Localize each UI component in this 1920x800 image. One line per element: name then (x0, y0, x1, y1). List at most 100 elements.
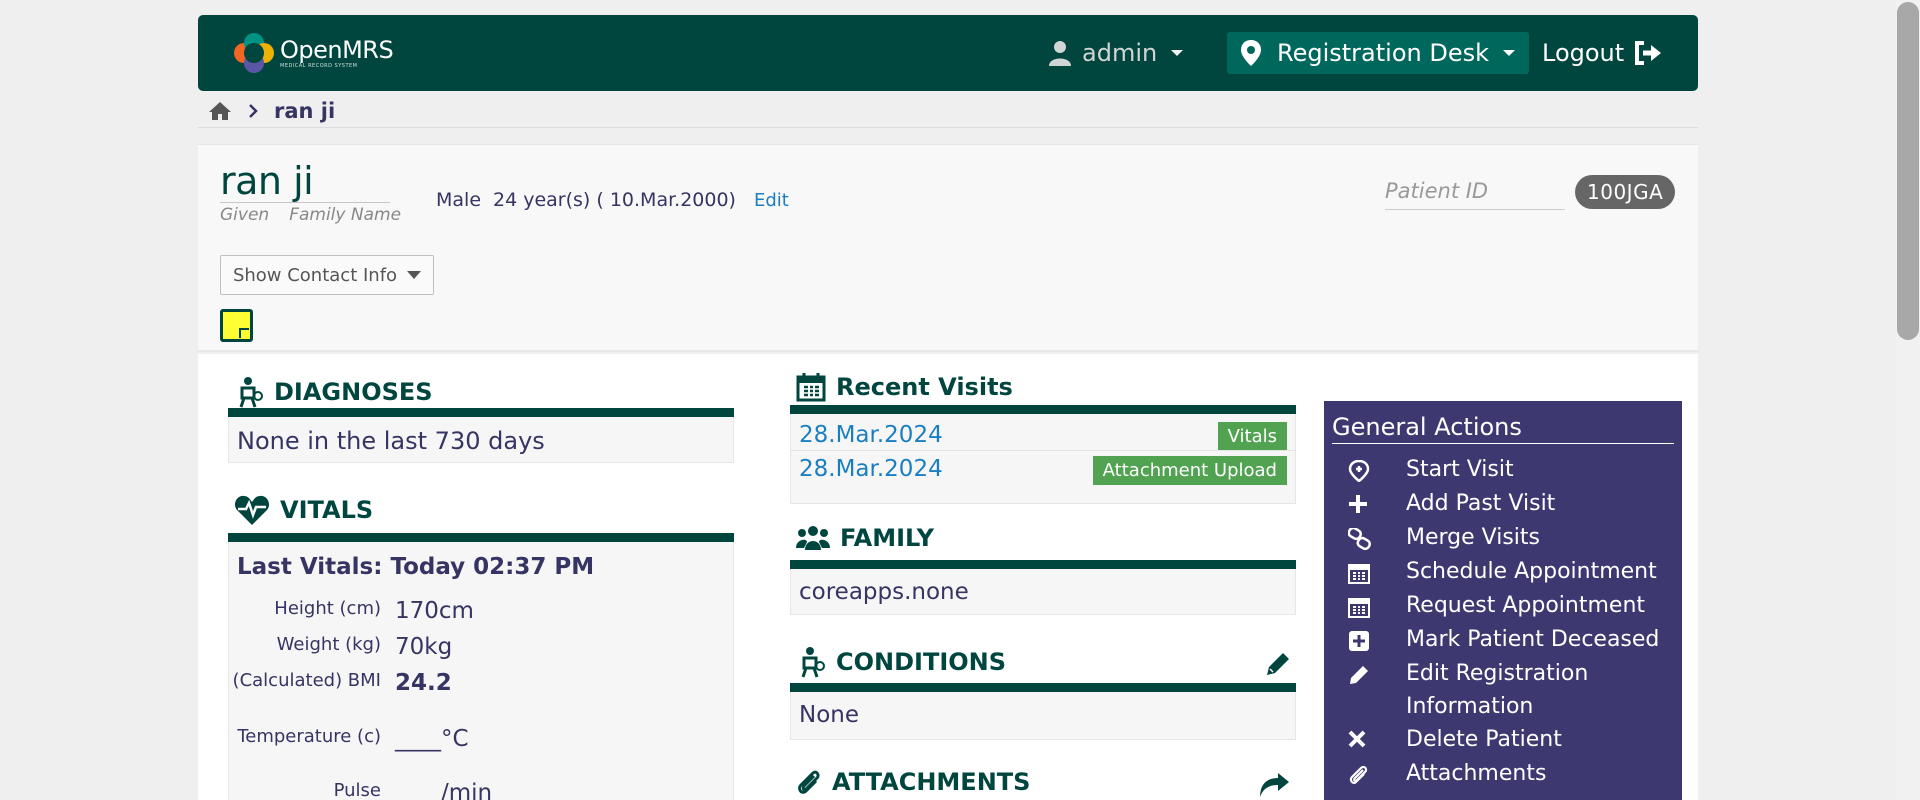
family-icon (796, 526, 830, 550)
location-menu[interactable]: Registration Desk (1227, 32, 1530, 74)
condition-icon (801, 647, 825, 678)
caret-down-icon (407, 271, 422, 279)
action-request-appointment[interactable]: Request Appointment (1344, 589, 1645, 622)
calendar-icon (1348, 564, 1370, 584)
vitals-title: VITALS (280, 496, 374, 524)
attachments-title: ATTACHMENTS (832, 768, 1031, 796)
visit-encounter-tag: Vitals (1217, 422, 1287, 451)
vitals-body: Last Vitals: Today 02:37 PM Height (cm) … (228, 542, 734, 800)
share-icon[interactable] (1258, 772, 1290, 798)
vitals-row: Temperature (c) ____°C (229, 726, 729, 752)
divider (791, 450, 1295, 451)
patient-name: ran ji (220, 159, 314, 203)
conditions-header: CONDITIONS (796, 646, 1006, 678)
chevron-down-icon (1503, 50, 1516, 56)
vitals-label: Height (cm) (274, 598, 381, 619)
divider (220, 202, 390, 203)
diagnoses-body: None in the last 730 days (228, 417, 734, 463)
diagnoses-header: DIAGNOSES (234, 376, 433, 408)
logout-link[interactable]: Logout (1542, 37, 1662, 69)
vitals-row: Pulse ____/min (229, 780, 729, 800)
patient-id-badge: 100JGA (1575, 175, 1676, 209)
recent-visits-title: Recent Visits (836, 373, 1013, 401)
home-icon[interactable] (208, 101, 232, 121)
pencil-icon[interactable] (1264, 650, 1292, 678)
scrollbar-thumb[interactable] (1897, 2, 1919, 340)
vitals-label: Pulse (333, 780, 381, 800)
link-icon (1348, 528, 1371, 550)
chevron-down-icon (1171, 50, 1184, 56)
openmrs-logo[interactable]: OpenMRS MEDICAL RECORD SYSTEM (234, 33, 394, 73)
calendar-icon (796, 373, 826, 402)
map-marker-icon (1241, 40, 1261, 66)
divider (228, 533, 734, 542)
pencil-icon (1350, 666, 1368, 684)
user-icon (1049, 41, 1071, 66)
paperclip-icon (1349, 765, 1368, 784)
action-label: Request Appointment (1406, 593, 1646, 618)
action-schedule-appointment[interactable]: Schedule Appointment (1344, 555, 1657, 588)
last-vitals-heading: Last Vitals: Today 02:37 PM (237, 554, 595, 580)
user-menu[interactable]: admin (1048, 37, 1184, 69)
given-label: Given (220, 205, 270, 225)
action-label: Edit Registration Information (1406, 661, 1589, 719)
action-label: Mark Patient Deceased (1406, 627, 1660, 652)
family-body: coreapps.none (790, 569, 1296, 615)
recent-visits-list: 28.Mar.2024 Vitals 28.Mar.2024 Attachmen… (790, 414, 1296, 504)
divider (198, 127, 1698, 128)
patient-id-label: Patient ID (1385, 179, 1565, 210)
logo-subtitle: MEDICAL RECORD SYSTEM (280, 63, 358, 69)
family-name-label: Family Name (289, 205, 402, 225)
vitals-value: ____°C (395, 726, 469, 752)
breadcrumb: ran ji (208, 98, 335, 124)
calendar-icon (1348, 598, 1370, 618)
vitals-label: Weight (kg) (276, 634, 381, 655)
plus-square-icon (1349, 631, 1369, 651)
visit-date-link[interactable]: 28.Mar.2024 (799, 422, 943, 448)
attachments-header: ATTACHMENTS (796, 768, 1030, 796)
sticky-note-icon[interactable] (220, 309, 253, 342)
breadcrumb-current: ran ji (274, 99, 336, 123)
conditions-title: CONDITIONS (836, 648, 1007, 676)
vitals-label: Temperature (c) (237, 726, 381, 747)
action-label: Merge Visits (1406, 525, 1541, 550)
logout-label: Logout (1542, 39, 1625, 67)
action-label: Attachments (1406, 761, 1547, 786)
action-attachments[interactable]: Attachments (1344, 757, 1546, 790)
action-delete-patient[interactable]: Delete Patient (1344, 723, 1562, 756)
action-label: Delete Patient (1406, 727, 1562, 752)
heartbeat-icon (234, 495, 270, 525)
action-start-visit[interactable]: Start Visit (1344, 453, 1514, 486)
family-title: FAMILY (840, 524, 934, 552)
start-visit-icon (1348, 460, 1370, 482)
vitals-row: Height (cm) 170cm (229, 598, 729, 624)
logo-name: OpenMRS (280, 36, 394, 64)
vitals-value: 170cm (395, 598, 474, 624)
logo-mark-icon (234, 33, 274, 73)
action-mark-patient-deceased[interactable]: Mark Patient Deceased (1344, 623, 1659, 656)
diagnosis-icon (239, 377, 263, 408)
gender: Male (436, 189, 482, 211)
vitals-header: VITALS (234, 494, 373, 526)
show-contact-info-button[interactable]: Show Contact Info (220, 255, 434, 295)
action-edit-registration[interactable]: Edit Registration Information (1344, 657, 1644, 723)
close-icon (1348, 730, 1366, 748)
general-actions-panel: General Actions Start Visit Add Past Vis… (1324, 401, 1682, 800)
vitals-row: (Calculated) BMI 24.2 (229, 670, 729, 696)
vitals-value: 24.2 (395, 670, 452, 696)
action-merge-visits[interactable]: Merge Visits (1344, 521, 1540, 554)
edit-demographics-link[interactable]: Edit (754, 190, 789, 211)
visit-item: 28.Mar.2024 Attachment Upload (791, 454, 1295, 488)
patient-demographics: Male 24 year(s) ( 10.Mar.2000) Edit (436, 189, 789, 211)
conditions-body: None (790, 692, 1296, 740)
vitals-value: 70kg (395, 634, 453, 660)
divider (790, 560, 1296, 569)
visit-item: 28.Mar.2024 Vitals (791, 420, 1295, 454)
top-navbar: OpenMRS MEDICAL RECORD SYSTEM admin Regi… (198, 15, 1698, 91)
divider (790, 405, 1296, 414)
vitals-row: Weight (kg) 70kg (229, 634, 729, 660)
user-name: admin (1082, 39, 1158, 67)
visit-date-link[interactable]: 28.Mar.2024 (799, 456, 943, 482)
action-add-past-visit[interactable]: Add Past Visit (1344, 487, 1555, 520)
chevron-right-icon (249, 104, 258, 118)
